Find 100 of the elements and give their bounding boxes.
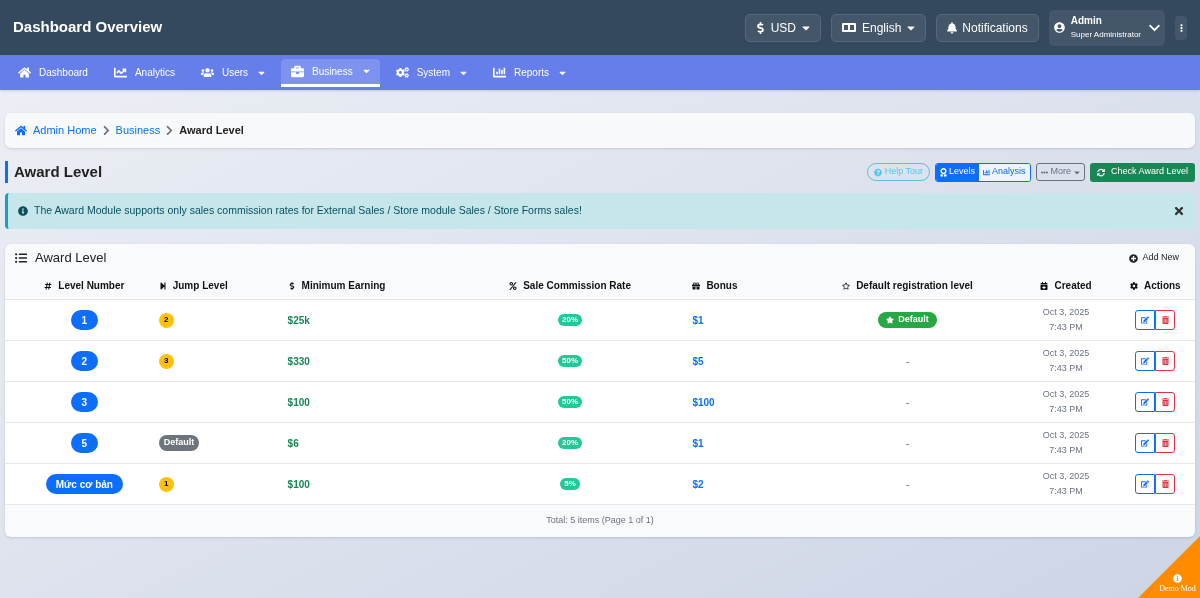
gift-icon (692, 281, 701, 290)
users-icon (200, 66, 214, 79)
calendar-icon (1040, 281, 1049, 290)
level-badge: 5 (70, 433, 98, 453)
view-tab[interactable]: Analysis (979, 163, 1030, 181)
nav-tab[interactable]: Reports (483, 58, 576, 87)
edit-button[interactable] (1135, 351, 1156, 371)
gears-icon (395, 66, 409, 79)
add-new-button[interactable]: Add New (1129, 251, 1179, 265)
column-header: Minimum Earning (301, 279, 386, 293)
rate-badge: 5% (560, 478, 580, 490)
count-badge: 2 (158, 312, 174, 328)
minimum-earning: $25k (287, 313, 310, 328)
chevron-right-icon (102, 125, 110, 136)
currency-dropdown[interactable]: USD (744, 13, 821, 42)
edit-button[interactable] (1135, 310, 1156, 330)
language-dropdown[interactable]: English (831, 13, 927, 42)
list-icon (15, 250, 27, 266)
created-time: 7:43 PM (1049, 444, 1083, 457)
nav-tab[interactable]: Business (281, 58, 380, 87)
created-date: Oct 3, 2025 (1042, 388, 1090, 401)
minimum-earning: $330 (287, 354, 310, 369)
nav-tab[interactable]: Analytics (103, 58, 185, 87)
column-header: Created (1054, 279, 1092, 293)
home-icon (15, 125, 27, 136)
demo-mode-label: Demo Mod (1159, 583, 1196, 595)
percent-icon (509, 281, 518, 290)
created-time: 7:43 PM (1049, 321, 1083, 334)
nav-tab[interactable]: Users (190, 58, 276, 87)
column-header: Jump Level (172, 279, 228, 293)
bonus-amount: $5 (692, 354, 704, 369)
alert-message: The Award Module supports only sales commission rates for External Sales / Store module Sales / Store Forms sales! (34, 203, 582, 219)
check-award-level-button[interactable]: Check Award Level (1090, 162, 1195, 182)
bonus-amount: $1 (692, 313, 704, 328)
page-title: Award Level (5, 160, 103, 184)
count-badge: 1 (158, 476, 174, 492)
column-header: Bonus (706, 279, 738, 293)
level-badge: 1 (70, 310, 98, 330)
rate-badge: 50% (558, 396, 583, 408)
created-date: Oct 3, 2025 (1042, 347, 1090, 360)
more-menu-button[interactable] (1175, 15, 1187, 40)
rate-badge: 50% (558, 355, 583, 367)
column-header: Sale Commission Rate (523, 279, 631, 293)
info-icon (1173, 574, 1182, 583)
demo-mode-ribbon (1138, 536, 1200, 598)
language-icon (842, 23, 856, 32)
empty-dash: - (905, 476, 910, 492)
rate-badge: 20% (558, 314, 583, 326)
minimum-earning: $6 (287, 436, 299, 451)
default-tag: Default (158, 435, 200, 451)
step-forward-icon (158, 281, 167, 290)
gear-icon (1130, 281, 1138, 290)
home-icon (18, 66, 31, 79)
edit-button[interactable] (1135, 474, 1156, 494)
nav-tab[interactable]: System (385, 58, 477, 87)
user-name: Admin (1070, 13, 1102, 28)
chevron-right-icon (166, 125, 174, 136)
plus-icon (1129, 253, 1139, 263)
award-icon (940, 167, 948, 177)
dollar-icon (755, 21, 765, 34)
bell-icon (947, 21, 958, 34)
help-icon (873, 167, 882, 177)
breadcrumb-link[interactable]: Business (115, 122, 161, 139)
table-footer-text: Total: 5 items (Page 1 of 1) (546, 514, 654, 528)
card-title: Award Level (35, 249, 107, 268)
column-header: Default registration level (856, 279, 973, 293)
created-date: Oct 3, 2025 (1042, 470, 1090, 483)
view-tab[interactable]: Levels (936, 163, 980, 181)
edit-button[interactable] (1135, 392, 1156, 412)
info-icon (18, 203, 28, 219)
created-time: 7:43 PM (1049, 362, 1083, 375)
delete-button[interactable] (1155, 474, 1176, 494)
bonus-amount: $100 (692, 395, 715, 410)
delete-button[interactable] (1155, 392, 1176, 412)
empty-dash: - (905, 353, 910, 369)
column-header: Actions (1144, 279, 1181, 293)
delete-button[interactable] (1155, 310, 1176, 330)
column-header: Level Number (58, 279, 125, 293)
bonus-amount: $2 (692, 477, 704, 492)
level-badge: Mức cơ bản (45, 474, 123, 494)
delete-button[interactable] (1155, 433, 1176, 453)
bar-chart-icon (983, 167, 991, 177)
rate-badge: 20% (558, 437, 583, 449)
app-title: Dashboard Overview (13, 17, 163, 38)
more-dropdown[interactable]: More (1035, 163, 1086, 181)
edit-button[interactable] (1135, 433, 1156, 453)
breadcrumb-link[interactable]: Admin Home (33, 122, 97, 139)
empty-dash: - (905, 394, 910, 410)
minimum-earning: $100 (287, 477, 310, 492)
bonus-amount: $1 (692, 436, 704, 451)
default-badge: Default (878, 312, 937, 328)
notifications-button[interactable]: Notifications (936, 13, 1039, 42)
user-menu[interactable]: Admin Super Administrator (1048, 9, 1165, 46)
close-button[interactable] (1173, 205, 1185, 217)
delete-button[interactable] (1155, 351, 1176, 371)
created-date: Oct 3, 2025 (1042, 306, 1090, 319)
star-icon (842, 281, 851, 290)
minimum-earning: $100 (287, 395, 310, 410)
empty-dash: - (905, 435, 910, 451)
nav-tab[interactable]: Dashboard (8, 58, 98, 87)
